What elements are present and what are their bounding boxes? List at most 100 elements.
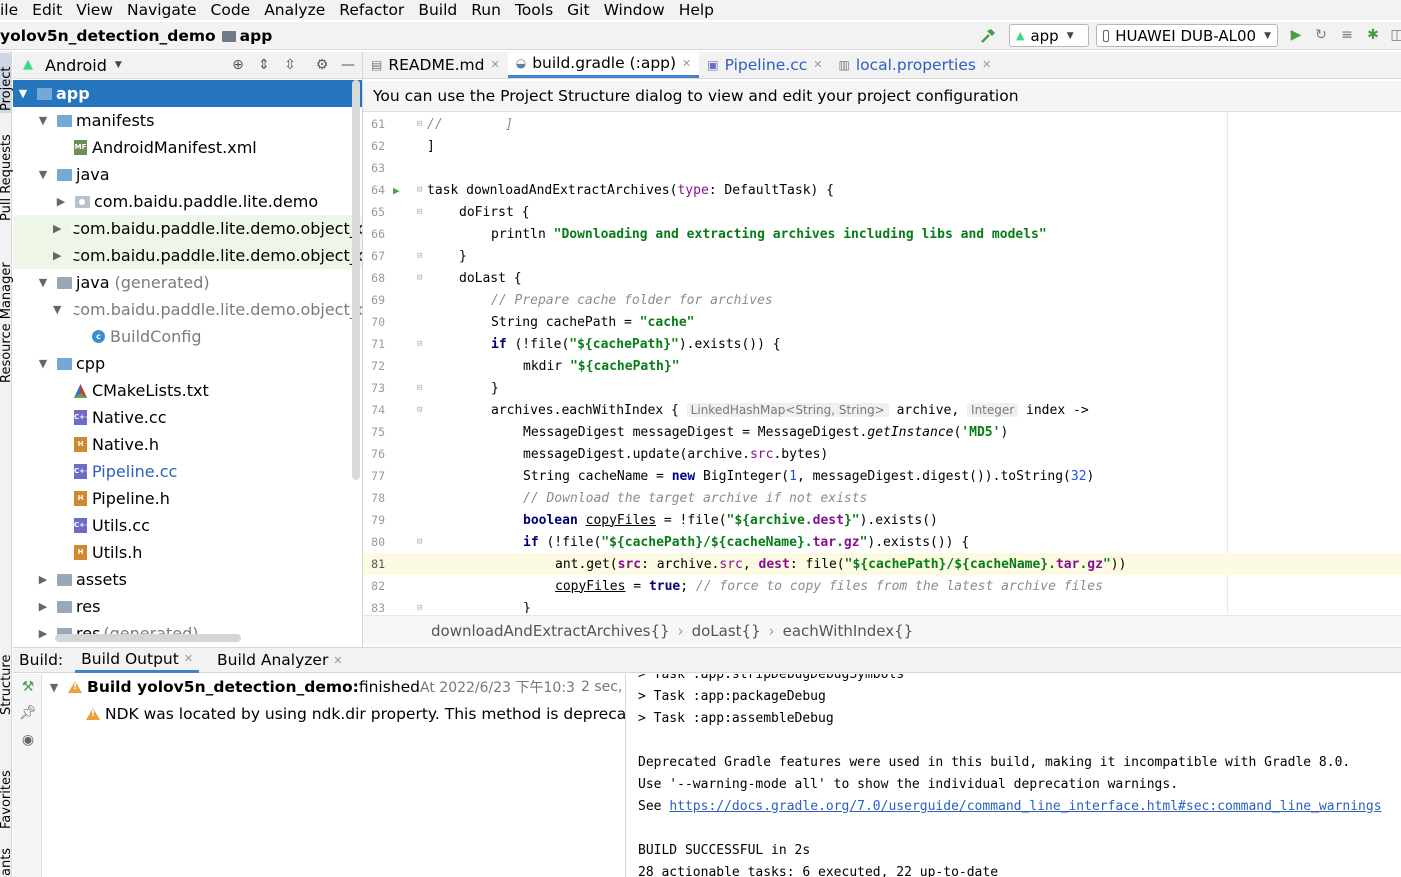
gradle-docs-link[interactable]: https://docs.gradle.org/7.0/userguide/co… — [669, 799, 1381, 814]
close-icon[interactable]: ✕ — [184, 652, 193, 665]
menu-analyze[interactable]: Analyze — [257, 1, 332, 19]
tree-item-cmakelists[interactable]: CMakeLists.txt — [13, 377, 362, 404]
menu-edit[interactable]: Edit — [25, 1, 69, 19]
tree-item-package[interactable]: ▶ com.baidu.paddle.lite.demo — [13, 188, 362, 215]
menu-window[interactable]: Window — [597, 1, 672, 19]
project-tree-scrollbar-vertical[interactable] — [352, 80, 360, 480]
pin-icon[interactable]: 📌︎ — [19, 704, 37, 722]
tab-local-properties[interactable]: ▥ local.properties ✕ — [830, 51, 999, 78]
fold-icon[interactable]: ⊟ — [417, 383, 422, 393]
tree-item-androidmanifest[interactable]: MF AndroidManifest.xml — [13, 134, 362, 161]
menu-view[interactable]: View — [69, 1, 120, 19]
build-summary-row[interactable]: ▼ Build yolov5n_detection_demo: finished… — [42, 674, 625, 700]
fold-icon[interactable]: ⊟ — [417, 185, 422, 195]
tree-item-java-generated[interactable]: ▼ java (generated) — [13, 269, 362, 296]
close-icon[interactable]: ✕ — [490, 58, 499, 71]
chevron-down-icon[interactable]: ▼ — [35, 276, 51, 289]
locate-icon[interactable]: ⊕ — [230, 57, 246, 73]
apply-changes-icon[interactable]: ↻ — [1312, 26, 1330, 44]
menu-code[interactable]: Code — [204, 1, 258, 19]
hammer-icon[interactable]: ⚒ — [19, 678, 37, 696]
chevron-right-icon[interactable]: ▶ — [35, 573, 51, 586]
code-breadcrumb-item[interactable]: eachWithIndex{} — [783, 622, 914, 640]
build-warning-row[interactable]: NDK was located by using ndk.dir propert… — [86, 701, 625, 727]
chevron-right-icon[interactable]: ▶ — [53, 195, 69, 208]
tree-item-package[interactable]: ▼ com.baidu.paddle.lite.demo.object_det — [13, 296, 362, 323]
apply-code-changes-icon[interactable]: ≡ — [1338, 26, 1356, 44]
tab-build-analyzer[interactable]: Build Analyzer ✕ — [211, 647, 349, 673]
profile-icon[interactable]: ◫ — [1388, 26, 1401, 44]
tool-tab-pull-requests[interactable]: Pull Requests — [0, 134, 14, 221]
tree-item-utils-cc[interactable]: C++ Utils.cc — [13, 512, 362, 539]
tool-tab-structure[interactable]: Structure — [0, 655, 14, 715]
tree-item-buildconfig[interactable]: c BuildConfig — [13, 323, 362, 350]
fold-icon[interactable]: ⊟ — [417, 537, 422, 547]
tree-item-assets[interactable]: ▶ assets — [13, 566, 362, 593]
fold-icon[interactable]: ⊟ — [417, 251, 422, 261]
expand-all-icon[interactable]: ⇕ — [256, 57, 272, 73]
chevron-down-icon[interactable]: ▼ — [35, 168, 51, 181]
menu-navigate[interactable]: Navigate — [120, 1, 204, 19]
fold-icon[interactable]: ⊟ — [417, 603, 422, 613]
fold-icon[interactable]: ⊟ — [417, 273, 422, 283]
tree-item-res[interactable]: ▶ res — [13, 593, 362, 620]
breadcrumb-module[interactable]: app — [240, 27, 273, 45]
run-icon[interactable]: ▶ — [1287, 26, 1305, 44]
tab-build-output[interactable]: Build Output ✕ — [75, 647, 200, 673]
project-view-select[interactable]: Android — [45, 56, 107, 75]
menu-git[interactable]: Git — [560, 1, 596, 19]
tab-readme[interactable]: ▤ README.md ✕ — [363, 51, 508, 78]
debug-icon[interactable]: ✱ — [1364, 26, 1382, 44]
chevron-down-icon[interactable]: ▼ — [46, 681, 62, 694]
tree-item-native-h[interactable]: H Native.h — [13, 431, 362, 458]
build-console[interactable]: > Task :app:stripDebugDebugSymbols > Tas… — [626, 674, 1401, 877]
tree-item-pipeline-cc[interactable]: C++ Pipeline.cc — [13, 458, 362, 485]
close-icon[interactable]: ✕ — [813, 58, 822, 71]
tree-item-app[interactable]: ▼ app — [13, 80, 362, 107]
run-config-select[interactable]: ▲ app ▼ — [1009, 24, 1089, 47]
fold-icon[interactable]: ⊟ — [417, 339, 422, 349]
tree-item-native-cc[interactable]: C++ Native.cc — [13, 404, 362, 431]
code-breadcrumb-item[interactable]: downloadAndExtractArchives{} — [431, 622, 670, 640]
tree-item-java[interactable]: ▼ java — [13, 161, 362, 188]
tool-tab-build-variants[interactable]: ants — [0, 848, 14, 876]
tree-item-utils-h[interactable]: H Utils.h — [13, 539, 362, 566]
tool-tab-project[interactable]: Project — [0, 67, 14, 111]
chevron-down-icon[interactable]: ▼ — [35, 114, 51, 127]
chevron-right-icon[interactable]: ▶ — [35, 600, 51, 613]
menu-build[interactable]: Build — [411, 1, 464, 19]
menu-run[interactable]: Run — [464, 1, 508, 19]
eye-icon[interactable]: ◉ — [19, 731, 37, 749]
menu-refactor[interactable]: Refactor — [332, 1, 411, 19]
tree-item-manifests[interactable]: ▼ manifests — [13, 107, 362, 134]
tree-item-package[interactable]: ▶ com.baidu.paddle.lite.demo.object_det — [13, 215, 362, 242]
menu-tools[interactable]: Tools — [508, 1, 560, 19]
close-icon[interactable]: ✕ — [333, 654, 342, 667]
close-icon[interactable]: ✕ — [682, 57, 691, 70]
chevron-right-icon[interactable]: ▶ — [35, 627, 51, 640]
code-breadcrumb-item[interactable]: doLast{} — [692, 622, 761, 640]
chevron-right-icon[interactable]: ▶ — [53, 249, 61, 262]
tree-item-cpp[interactable]: ▼ cpp — [13, 350, 362, 377]
device-select[interactable]: HUAWEI DUB-AL00 ▼ — [1096, 24, 1278, 47]
gear-icon[interactable]: ⚙ — [314, 57, 330, 73]
tool-tab-resource-manager[interactable]: Resource Manager — [0, 262, 14, 383]
menu-help[interactable]: Help — [672, 1, 721, 19]
chevron-down-icon[interactable]: ▼ — [35, 357, 51, 370]
breadcrumb-project[interactable]: yolov5n_detection_demo — [0, 27, 216, 45]
code-editor[interactable]: 61 ⊟ // ] 62] 63 64 ▶ ⊟ task downloadAndExtra… — [363, 113, 1401, 613]
chevron-down-icon[interactable]: ▼ — [53, 303, 61, 316]
tool-tab-favorites[interactable]: Favorites — [0, 770, 14, 829]
menu-file[interactable]: ile — [0, 1, 25, 19]
tree-item-pipeline-h[interactable]: H Pipeline.h — [13, 485, 362, 512]
tab-pipeline-cc[interactable]: ▣ Pipeline.cc ✕ — [699, 51, 830, 78]
project-tree-scrollbar-horizontal[interactable] — [55, 634, 241, 642]
chevron-down-icon[interactable]: ▼ — [15, 87, 31, 100]
chevron-down-icon[interactable]: ▼ — [115, 60, 122, 70]
hammer-icon[interactable] — [980, 28, 996, 44]
tab-build-gradle[interactable]: ◒ build.gradle (:app) ✕ — [507, 51, 700, 78]
tree-item-package[interactable]: ▶ com.baidu.paddle.lite.demo.object_det — [13, 242, 362, 269]
collapse-all-icon[interactable]: ⇳ — [282, 57, 298, 73]
run-gutter-icon[interactable]: ▶ — [393, 184, 400, 197]
fold-icon[interactable]: ⊟ — [417, 405, 422, 415]
